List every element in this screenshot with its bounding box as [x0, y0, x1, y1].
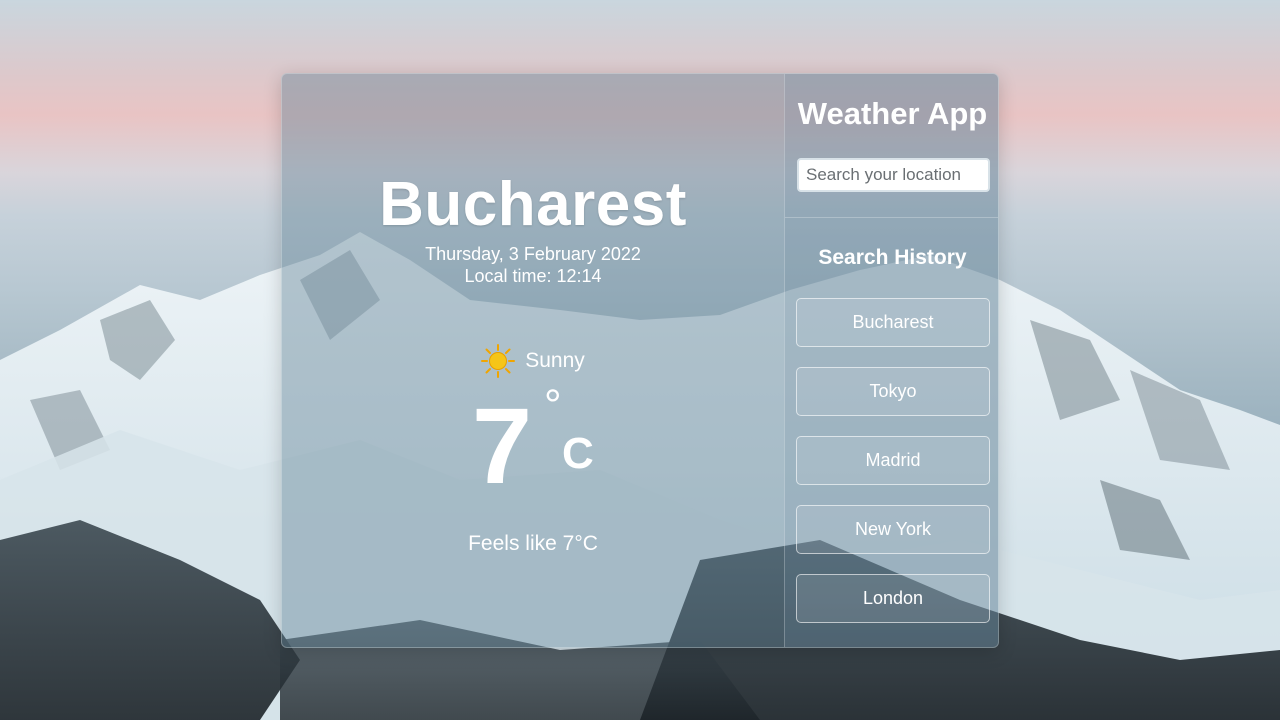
sidebar-divider	[785, 217, 998, 218]
current-weather-panel: Bucharest Thursday, 3 February 2022 Loca…	[282, 74, 784, 647]
sun-icon	[481, 344, 516, 378]
temperature-value: 7	[472, 385, 533, 506]
app-title: Weather App	[797, 96, 988, 131]
weather-condition: Sunny	[282, 344, 784, 378]
search-input[interactable]	[797, 158, 990, 192]
local-time: Local time: 12:14	[464, 266, 602, 286]
city-name: Bucharest	[379, 170, 687, 239]
history-item-london[interactable]: London	[796, 574, 990, 623]
history-item-tokyo[interactable]: Tokyo	[796, 367, 990, 416]
current-date: Thursday, 3 February 2022	[425, 244, 641, 264]
feels-like: Feels like 7°C	[468, 532, 598, 555]
history-item-new-york[interactable]: New York	[796, 505, 990, 554]
history-item-bucharest[interactable]: Bucharest	[796, 298, 990, 347]
sidebar: Weather App Search History Bucharest Tok…	[784, 74, 998, 647]
condition-label: Sunny	[525, 349, 585, 372]
weather-card: Bucharest Thursday, 3 February 2022 Loca…	[281, 73, 999, 648]
search-history-title: Search History	[818, 246, 967, 269]
history-item-madrid[interactable]: Madrid	[796, 436, 990, 485]
temperature-display: 7 ° C	[472, 384, 602, 512]
weather-app-screen: Bucharest Thursday, 3 February 2022 Loca…	[0, 0, 1280, 720]
temperature-unit: C	[562, 429, 594, 478]
search-history-list: Bucharest Tokyo Madrid New York London	[796, 298, 990, 623]
degree-symbol: °	[544, 381, 562, 430]
